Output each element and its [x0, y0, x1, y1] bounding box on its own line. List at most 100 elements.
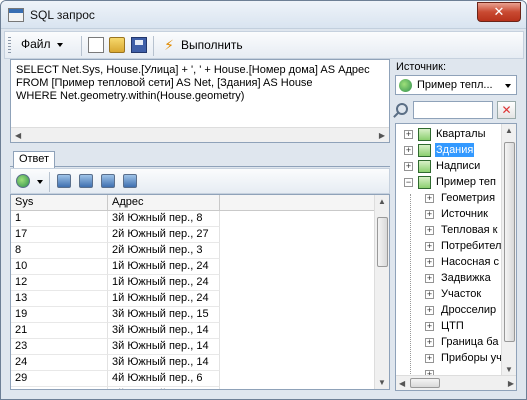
export-table-icon[interactable] [57, 174, 71, 188]
scroll-down-icon[interactable]: ▼ [505, 365, 513, 374]
cell-address: 3й Южный пер., 8 [108, 211, 220, 227]
table-row[interactable]: 17 2й Южный пер., 27 [11, 227, 376, 243]
expand-icon[interactable]: + [425, 242, 434, 251]
cell-address: 3й Южный пер., 14 [108, 339, 220, 355]
tab-answer[interactable]: Ответ [13, 151, 55, 168]
scroll-left-icon[interactable]: ◀ [15, 131, 21, 140]
scroll-right-icon[interactable]: ▶ [508, 379, 514, 388]
table-row[interactable]: 1 3й Южный пер., 8 [11, 211, 376, 227]
scroll-left-icon[interactable]: ◀ [399, 379, 405, 388]
column-header-address[interactable]: Адрес [108, 195, 220, 211]
chevron-down-icon[interactable] [505, 84, 511, 88]
editor-horizontal-scrollbar[interactable]: ◀ ▶ [11, 127, 389, 142]
results-toolbar [10, 168, 390, 194]
source-selected-value: Пример тепл... [417, 79, 493, 91]
table-row[interactable]: 12 1й Южный пер., 24 [11, 275, 376, 291]
expand-icon[interactable]: + [425, 258, 434, 267]
expand-icon[interactable]: + [404, 130, 413, 139]
file-menu-button[interactable]: Файл [17, 35, 67, 55]
layer-visible-checkbox-icon[interactable] [418, 128, 431, 141]
file-menu-label: Файл [21, 37, 51, 51]
sql-editor[interactable]: SELECT Net.Sys, House.[Улица] + ', ' + H… [10, 59, 390, 143]
clear-search-button[interactable]: ✕ [497, 101, 516, 119]
cell-address: 4й Южный пер., 6 [108, 371, 220, 387]
layer-visible-checkbox-icon[interactable] [418, 160, 431, 173]
tree-node-label: Дросселир [441, 304, 497, 316]
expand-icon[interactable]: + [425, 194, 434, 203]
scroll-right-icon[interactable]: ▶ [379, 131, 385, 140]
tree-node-label: Пример теп [436, 176, 497, 188]
expand-icon[interactable]: + [425, 290, 434, 299]
cell-sys: 13 [11, 291, 108, 307]
lightning-icon[interactable]: ⚡ [161, 37, 177, 53]
table-row[interactable]: 21 3й Южный пер., 14 [11, 323, 376, 339]
table-row[interactable]: 24 3й Южный пер., 14 [11, 355, 376, 371]
table-row[interactable]: 13 1й Южный пер., 24 [11, 291, 376, 307]
table-row[interactable]: 304й Южный пер., 6 [11, 387, 376, 389]
table-row[interactable]: 8 2й Южный пер., 3 [11, 243, 376, 259]
expand-icon[interactable]: + [425, 322, 434, 331]
globe-icon [399, 79, 412, 92]
table-row[interactable]: 23 3й Южный пер., 14 [11, 339, 376, 355]
tree-node-label: Приборы уч [441, 352, 502, 364]
save-icon[interactable] [131, 37, 147, 53]
open-folder-icon[interactable] [109, 37, 125, 53]
sql-query-window: SQL запрос ✕ Файл ⚡ Выполнить SELECT Net… [0, 0, 527, 400]
layer-visible-checkbox-icon[interactable] [418, 176, 431, 189]
source-select[interactable]: Пример тепл... [395, 75, 517, 95]
chevron-down-icon[interactable] [37, 180, 43, 184]
sql-line: SELECT Net.Sys, House.[Улица] + ', ' + H… [16, 64, 370, 76]
run-query-button[interactable]: Выполнить [181, 38, 243, 52]
main-toolbar: Файл ⚡ Выполнить [4, 31, 524, 59]
expand-icon[interactable]: + [425, 274, 434, 283]
excel-export-icon[interactable] [101, 174, 115, 188]
collapse-icon[interactable]: − [404, 178, 413, 187]
print-table-icon[interactable] [79, 174, 93, 188]
scroll-thumb[interactable] [504, 142, 515, 342]
results-grid[interactable]: Sys Адрес 1 3й Южный пер., 8 17 2й Южный пе… [10, 194, 390, 390]
cell-sys: 1 [11, 211, 108, 227]
new-document-icon[interactable] [88, 37, 104, 53]
grid-header: Sys Адрес [11, 195, 376, 211]
expand-icon[interactable]: + [425, 354, 434, 363]
cell-address: 3й Южный пер., 15 [108, 307, 220, 323]
scroll-up-icon[interactable]: ▲ [505, 126, 513, 135]
table-settings-icon[interactable] [123, 174, 137, 188]
results-tabstrip: Ответ [10, 149, 390, 168]
expand-icon[interactable]: + [425, 226, 434, 235]
column-header-sys[interactable]: Sys [11, 195, 108, 211]
cell-address: 3й Южный пер., 14 [108, 323, 220, 339]
tree-node-label: Кварталы [436, 128, 486, 140]
layer-search-input[interactable] [413, 101, 493, 119]
scroll-thumb[interactable] [410, 378, 440, 388]
tree-node-label: Надписи [436, 160, 481, 172]
expand-icon[interactable]: + [425, 210, 434, 219]
expand-icon[interactable]: + [404, 162, 413, 171]
cell-address: 1й Южный пер., 24 [108, 275, 220, 291]
tree-node-label: Насосная с [441, 256, 500, 268]
scroll-thumb[interactable] [377, 217, 388, 267]
layer-tree[interactable]: + Кварталы + Здания + Надписи − Пример теп + Геом… [395, 123, 517, 391]
tree-horizontal-scrollbar[interactable]: ◀ ▶ [396, 375, 516, 390]
table-row[interactable]: 10 1й Южный пер., 24 [11, 259, 376, 275]
tree-vertical-scrollbar[interactable]: ▲ ▼ [501, 124, 516, 376]
cell-sys: 24 [11, 355, 108, 371]
scroll-up-icon[interactable]: ▲ [378, 197, 386, 206]
expand-icon[interactable]: + [425, 306, 434, 315]
table-row[interactable]: 29 4й Южный пер., 6 [11, 371, 376, 387]
grid-vertical-scrollbar[interactable]: ▲ ▼ [374, 195, 389, 389]
sql-line: WHERE Net.geometry.within(House.geometry… [16, 90, 245, 102]
cell-address: 2й Южный пер., 3 [108, 243, 220, 259]
table-row[interactable]: 19 3й Южный пер., 15 [11, 307, 376, 323]
expand-icon[interactable]: + [404, 146, 413, 155]
cell-sys: 29 [11, 371, 108, 387]
sql-text[interactable]: SELECT Net.Sys, House.[Улица] + ', ' + H… [16, 64, 370, 103]
cell-sys: 10 [11, 259, 108, 275]
close-button[interactable]: ✕ [477, 2, 521, 22]
scroll-down-icon[interactable]: ▼ [378, 378, 386, 387]
layer-visible-checkbox-icon[interactable] [418, 144, 431, 157]
globe-icon[interactable] [16, 174, 30, 188]
expand-icon[interactable]: + [425, 338, 434, 347]
tree-node-label: Участок [441, 288, 482, 300]
cell-sys: 19 [11, 307, 108, 323]
